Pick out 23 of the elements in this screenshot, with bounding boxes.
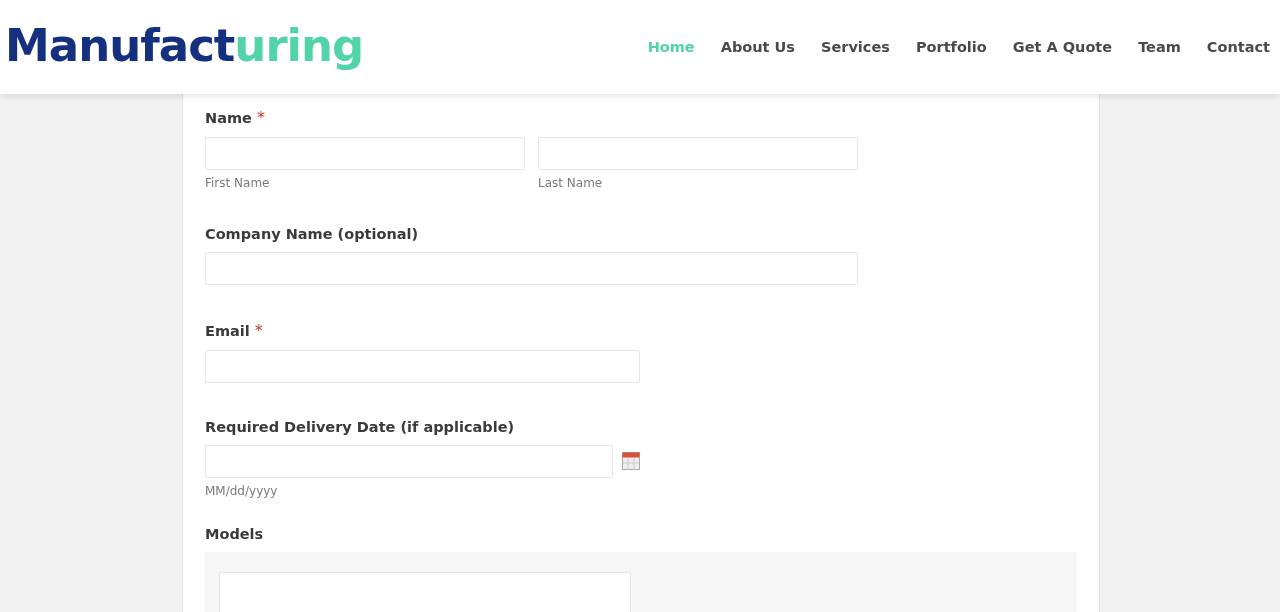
field-label: Required Delivery Date (if applicable) [205,419,515,435]
calendar-icon[interactable] [622,452,640,470]
logo[interactable]: Manufacturing [5,18,364,72]
field-label: Name [205,110,252,126]
required-mark: * [256,108,265,127]
email-field[interactable] [205,350,640,383]
field-label: Models [205,526,264,542]
nav-link[interactable]: Team [1138,39,1181,55]
field-hint: Last Name [538,176,604,190]
nav-link[interactable]: Services [821,39,890,55]
field-hint: First Name [205,176,271,190]
text-field[interactable] [538,137,858,170]
date-field[interactable] [205,445,613,478]
text-field[interactable] [205,137,525,170]
field-hint: MM/dd/yyyy [205,484,279,498]
required-mark: * [254,321,263,340]
nav-link[interactable]: Contact [1206,39,1270,55]
text-field[interactable] [205,252,858,285]
nav-link[interactable]: About Us [720,39,795,55]
nav-link[interactable]: Portfolio [915,39,987,55]
field-label: Email [205,323,250,339]
nav-link[interactable]: Get A Quote [1012,39,1113,55]
field-label: Company Name (optional) [205,226,419,242]
